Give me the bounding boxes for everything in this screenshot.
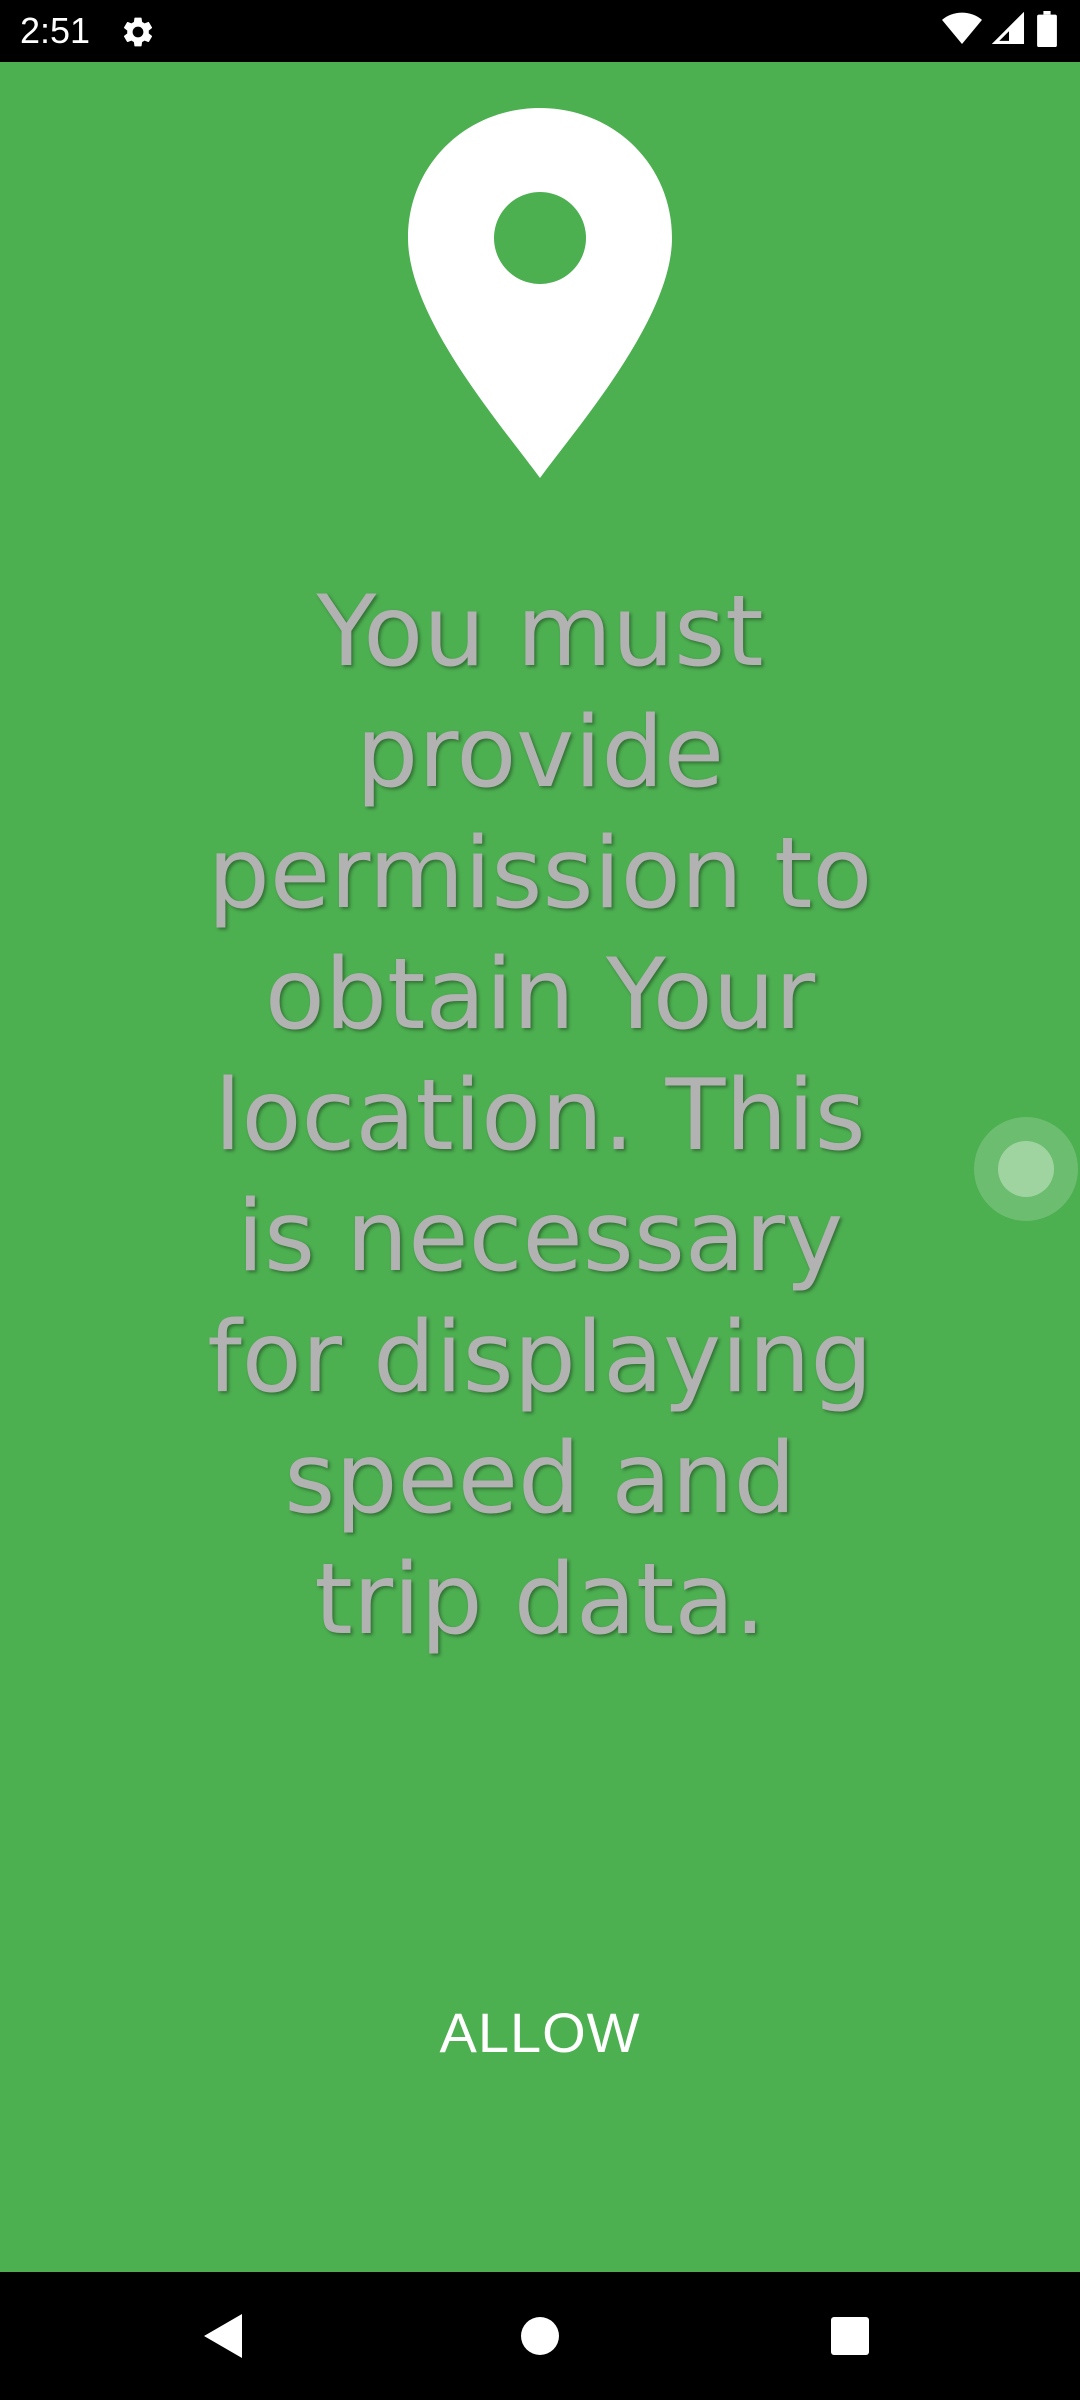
allow-button[interactable]: ALLOW [340, 1982, 740, 2082]
status-bar: 2:51 [0, 0, 1080, 62]
recents-icon[interactable] [816, 2302, 884, 2370]
cellular-signal-icon [991, 11, 1026, 51]
navigation-bar [0, 2272, 1080, 2400]
wifi-icon [942, 11, 982, 52]
permission-message: You must provide permission to obtain Yo… [207, 575, 873, 1657]
status-icons [942, 10, 1058, 52]
floating-handle-dot [998, 1141, 1054, 1197]
back-icon[interactable] [190, 2302, 258, 2370]
battery-icon [1036, 10, 1058, 52]
status-time: 2:51 [20, 10, 91, 51]
floating-handle[interactable] [974, 1117, 1078, 1221]
settings-gear-icon [120, 14, 156, 50]
home-icon[interactable] [506, 2302, 574, 2370]
location-pin-icon [408, 108, 672, 478]
permission-screen: You must provide permission to obtain Yo… [0, 62, 1080, 2272]
